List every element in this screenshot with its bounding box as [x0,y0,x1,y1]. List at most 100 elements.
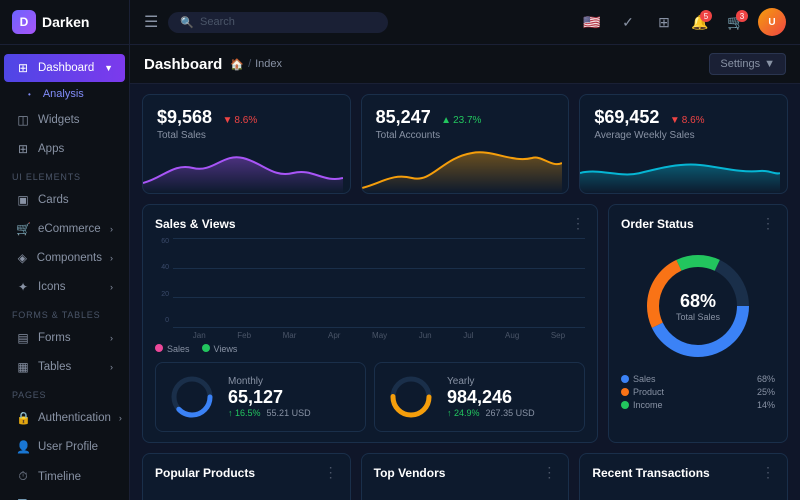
sidebar-item-timeline[interactable]: ⏱ Timeline [4,462,125,491]
recent-transactions-card: Recent Transactions ⋮ [579,453,788,500]
legend-sales: Sales [155,344,190,354]
sidebar-label-timeline: Timeline [38,471,81,483]
order-status-card: Order Status ⋮ 68% [608,204,788,443]
chevron-icon-ecommerce: › [110,224,113,234]
search-input[interactable] [200,16,376,28]
kpi-change-1: ▼ 8.6% [223,115,258,126]
settings-button[interactable]: Settings ▼ [709,53,786,75]
sidebar-item-pages[interactable]: 📄 Pages › [4,492,125,500]
search-bar[interactable]: 🔍 [168,12,388,33]
top-vendors-header: Top Vendors ⋮ [374,464,557,481]
legend-views: Views [202,344,238,354]
sidebar-label-dashboard: Dashboard [38,62,94,74]
kpi-chart-1 [143,143,343,193]
order-donut-label: 68% Total Sales [676,291,720,322]
monthly-stat: Monthly 65,127 ↑ 16.5% 55.21 USD [155,362,366,432]
sidebar-item-cards[interactable]: ▣ Cards [4,186,125,214]
cart-button[interactable]: 🛒 3 [722,8,750,36]
sidebar-label-analysis: Analysis [43,88,84,100]
kpi-change-2: ▲ 23.7% [441,115,481,126]
monthly-change: ↑ 16.5% [228,408,261,418]
yearly-sub: 267.35 USD [486,408,535,418]
flag-button[interactable]: 🇺🇸 [578,8,606,36]
monthly-value: 65,127 [228,387,353,408]
monthly-donut [168,373,216,421]
auth-icon: 🔒 [16,411,30,425]
sidebar-item-forms[interactable]: ▤ Forms › [4,324,125,352]
page-title-area: Dashboard 🏠 / Index [144,56,282,73]
sidebar-item-auth[interactable]: 🔒 Authentication › [4,404,125,432]
section-ui-elements: UI ELEMENTS [0,164,129,185]
sidebar-item-components[interactable]: ◈ Components › [4,244,125,272]
notification-button[interactable]: 🔔 5 [686,8,714,36]
kpi-card-weekly-sales: $69,452 ▼ 8.6% Average Weekly Sales [579,94,788,194]
top-vendors-menu[interactable]: ⋮ [542,464,556,481]
sidebar-label-tables: Tables [38,361,71,373]
sidebar-item-tables[interactable]: ▦ Tables › [4,353,125,381]
top-vendors-title: Top Vendors [374,466,446,480]
apps-icon: ⊞ [16,142,30,156]
legend-sales: Sales 68% [621,374,775,384]
sidebar-item-widgets[interactable]: ◫ Widgets [4,106,125,134]
section-pages: PAGES [0,382,129,403]
kpi-value-2: 85,247 [376,107,431,127]
sales-views-card: Sales & Views ⋮ 60 40 20 0 [142,204,598,443]
grid-icon[interactable]: ⊞ [650,8,678,36]
order-status-header: Order Status ⋮ [621,215,775,232]
popular-products-header: Popular Products ⋮ [155,464,338,481]
sidebar: D Darken ⊞ Dashboard ▼ Analysis ◫ Widget… [0,0,130,500]
dashboard-icon: ⊞ [16,61,30,75]
settings-label: Settings [720,58,760,70]
sidebar-label-profile: User Profile [38,441,98,453]
sidebar-label-auth: Authentication [38,412,111,424]
recent-transactions-menu[interactable]: ⋮ [761,464,775,481]
menu-icon[interactable]: ☰ [144,12,158,32]
yearly-change: ↑ 24.9% [447,408,480,418]
sidebar-item-analysis[interactable]: Analysis [0,83,129,105]
yearly-donut [387,373,435,421]
legend-product: Product 25% [621,387,775,397]
monthly-info: Monthly 65,127 ↑ 16.5% 55.21 USD [228,376,353,418]
order-donut-center: 68% Total Sales [621,246,775,366]
popular-products-title: Popular Products [155,466,255,480]
cards-icon: ▣ [16,193,30,207]
content-area: $9,568 ▼ 8.6% Total Sales [130,84,800,500]
sidebar-label-apps: Apps [38,143,64,155]
recent-transactions-title: Recent Transactions [592,466,709,480]
sidebar-item-profile[interactable]: 👤 User Profile [4,433,125,461]
notification-badge: 5 [700,10,712,22]
kpi-chart-2 [362,143,562,193]
page-title: Dashboard [144,56,222,73]
sales-views-title: Sales & Views [155,217,236,231]
breadcrumb-sep: / [248,58,251,70]
order-status-menu[interactable]: ⋮ [761,215,775,232]
avatar[interactable]: U [758,8,786,36]
home-icon: 🏠 [230,58,244,71]
kpi-value-3: $69,452 [594,107,659,127]
yearly-period: Yearly [447,376,572,387]
popular-products-menu[interactable]: ⋮ [324,464,338,481]
yearly-info: Yearly 984,246 ↑ 24.9% 267.35 USD [447,376,572,418]
topbar-right: 🇺🇸 ✓ ⊞ 🔔 5 🛒 3 U [578,8,786,36]
kpi-label-3: Average Weekly Sales [594,130,773,141]
sidebar-item-icons[interactable]: ✦ Icons › [4,273,125,301]
settings-chevron: ▼ [764,58,775,70]
profile-icon: 👤 [16,440,30,454]
check-icon[interactable]: ✓ [614,8,642,36]
sidebar-item-ecommerce[interactable]: 🛒 eCommerce › [4,215,125,243]
kpi-row: $9,568 ▼ 8.6% Total Sales [142,94,788,194]
page-header: Dashboard 🏠 / Index Settings ▼ [130,45,800,84]
widgets-icon: ◫ [16,113,30,127]
sales-views-menu[interactable]: ⋮ [571,215,585,232]
kpi-change-3: ▼ 8.6% [670,115,705,126]
chevron-icon-components: › [110,253,113,263]
search-icon: 🔍 [180,16,194,29]
recent-transactions-header: Recent Transactions ⋮ [592,464,775,481]
sidebar-label-ecommerce: eCommerce [38,223,101,235]
chevron-icon-tables: › [110,362,113,372]
sidebar-item-apps[interactable]: ⊞ Apps [4,135,125,163]
sidebar-item-dashboard[interactable]: ⊞ Dashboard ▼ [4,54,125,82]
chevron-icon: ▼ [104,63,113,73]
monthly-period: Monthly [228,376,353,387]
monthly-sub: 55.21 USD [267,408,311,418]
